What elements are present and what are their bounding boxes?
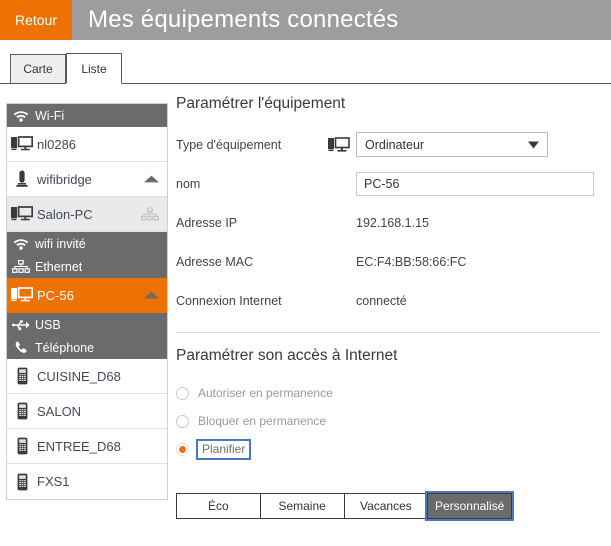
sidebar-item-label: nl0286 <box>37 136 77 152</box>
phone-icon <box>7 341 35 355</box>
internet-access-radio-group[interactable]: Autoriser en permanence Bloquer en perman… <box>176 381 604 461</box>
app-header: Retour Mes équipements connectés <box>0 0 611 40</box>
radio-option-2[interactable]: Planifier <box>176 437 604 461</box>
network-icon <box>7 260 35 273</box>
handset-icon <box>7 437 37 455</box>
caret-up-icon[interactable] <box>144 291 159 299</box>
sidebar-item-label: Wi-Fi <box>35 108 65 123</box>
bridge-icon <box>7 170 37 188</box>
sidebar-item-label: wifibridge <box>37 171 92 187</box>
equipment-type-select[interactable]: Ordinateur <box>356 132 548 157</box>
section-divider <box>176 332 600 333</box>
sidebar-item-salon-pc[interactable]: Salon-PC <box>7 197 167 232</box>
tab-liste[interactable]: Liste <box>66 53 122 84</box>
sidebar-item-label: PC-56 <box>37 287 74 303</box>
label-ip-address: Adresse IP <box>176 215 238 230</box>
sidebar-item-nl0286[interactable]: nl0286 <box>7 127 167 162</box>
device-list-sidebar[interactable]: Wi-Fi nl0286 wifibridge Salon-PC wifi invité… <box>6 103 168 500</box>
back-button[interactable]: Retour <box>0 0 72 40</box>
label-equipment-type: Type d'équipement <box>176 137 282 152</box>
value-ip-address: 192.168.1.15 <box>356 215 429 230</box>
chevron-down-icon <box>528 141 539 148</box>
tab-carte[interactable]: Carte <box>10 54 66 84</box>
sidebar-item-label: FXS1 <box>37 474 70 489</box>
field-row-connection: Connexion Internet connecté <box>176 285 604 316</box>
handset-icon <box>7 367 37 385</box>
computer-icon <box>7 287 37 303</box>
sidebar-item-entree-d68[interactable]: ENTREE_D68 <box>7 429 167 464</box>
sidebar-item-wifibridge[interactable]: wifibridge <box>7 162 167 197</box>
radio-option-label: Autoriser en permanence <box>198 386 333 400</box>
radio-option-label: Bloquer en permanence <box>198 414 327 428</box>
sidebar-item-label: Ethernet <box>35 259 83 274</box>
equipment-type-value: Ordinateur <box>365 137 425 152</box>
radio-button-icon[interactable] <box>176 414 189 428</box>
sidebar-item-label: Salon-PC <box>37 206 93 222</box>
handset-icon <box>7 473 37 491</box>
sidebar-item-wi-fi[interactable]: Wi-Fi <box>7 104 167 127</box>
wifi-icon <box>7 109 35 122</box>
field-row-mac: Adresse MAC EC:F4:BB:58:66:FC <box>176 246 604 277</box>
value-internet-connection: connecté <box>356 293 407 308</box>
label-name: nom <box>176 176 201 191</box>
page-title: Mes équipements connectés <box>88 6 399 33</box>
radio-option-1[interactable]: Bloquer en permanence <box>176 409 604 433</box>
label-internet-connection: Connexion Internet <box>176 293 282 308</box>
wifi-icon <box>7 237 35 250</box>
sidebar-item-wifi-invit[interactable]: wifi invité <box>7 232 167 255</box>
sidebar-item-label: ENTREE_D68 <box>37 438 121 454</box>
label-mac-address: Adresse MAC <box>176 254 254 269</box>
computer-icon <box>7 136 37 152</box>
network-icon <box>141 207 159 221</box>
value-mac-address: EC:F4:BB:58:66:FC <box>356 254 467 269</box>
radio-button-icon[interactable] <box>176 442 189 456</box>
sidebar-item-salon[interactable]: SALON <box>7 394 167 429</box>
sidebar-item-label: USB <box>35 317 61 332</box>
main-panel: Paramétrer l'équipement Type d'équipemen… <box>176 95 604 521</box>
view-tabs: Carte Liste <box>0 40 611 88</box>
field-row-name: nom <box>176 168 604 199</box>
field-row-ip: Adresse IP 192.168.1.15 <box>176 207 604 238</box>
schedule-tab-bar[interactable]: Éco Semaine Vacances Personnalisé <box>176 491 514 521</box>
sidebar-item-fxs1[interactable]: FXS1 <box>7 464 167 499</box>
caret-up-icon[interactable] <box>144 175 159 183</box>
schedule-tab-vacances[interactable]: Vacances <box>343 493 428 519</box>
equipment-section-title: Paramétrer l'équipement <box>176 95 346 112</box>
sidebar-item-label: Téléphone <box>35 340 95 355</box>
sidebar-item-cuisine-d68[interactable]: CUISINE_D68 <box>7 359 167 394</box>
radio-button-icon[interactable] <box>176 386 189 400</box>
sidebar-item-label: CUISINE_D68 <box>37 368 121 384</box>
sidebar-item-ethernet[interactable]: Ethernet <box>7 255 167 278</box>
internet-section-title: Paramétrer son accès à Internet <box>176 347 398 364</box>
schedule-tab-semaine[interactable]: Semaine <box>259 493 344 519</box>
sidebar-item-label: SALON <box>37 403 82 419</box>
usb-icon <box>7 319 35 331</box>
sidebar-item-t-l-phone[interactable]: Téléphone <box>7 336 167 359</box>
handset-icon <box>7 402 37 420</box>
schedule-tab-personnalis-[interactable]: Personnalisé <box>425 491 514 521</box>
radio-option-label: Planifier <box>196 439 252 460</box>
sidebar-item-pc-56[interactable]: PC-56 <box>7 278 167 313</box>
computer-icon <box>7 206 37 222</box>
sidebar-item-usb[interactable]: USB <box>7 313 167 336</box>
schedule-tab--co[interactable]: Éco <box>176 493 260 519</box>
name-input[interactable] <box>356 171 594 196</box>
computer-icon <box>328 136 356 153</box>
sidebar-item-label: wifi invité <box>35 236 86 251</box>
field-row-type: Type d'équipement Ordinateur <box>176 129 604 160</box>
radio-option-0[interactable]: Autoriser en permanence <box>176 381 604 405</box>
